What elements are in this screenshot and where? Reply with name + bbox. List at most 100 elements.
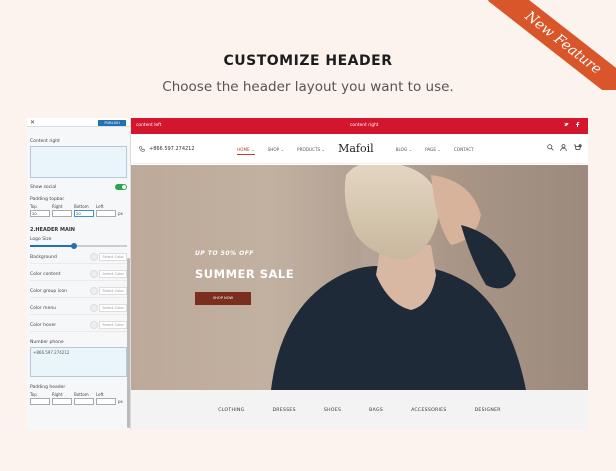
padding-left-input[interactable]: [96, 210, 116, 217]
shop-now-button[interactable]: SHOP NOW: [195, 292, 251, 305]
color-swatch[interactable]: [90, 253, 99, 261]
color-swatch[interactable]: [90, 304, 99, 312]
color-setting-row: Color menu Select Color: [30, 302, 127, 315]
color-setting-row: Color content Select Color: [30, 268, 127, 281]
color-picker: Select Color: [90, 287, 127, 295]
topbar-content-right: content right: [350, 123, 379, 128]
category-link[interactable]: BAGS: [369, 408, 383, 413]
nav-blog[interactable]: BLOG ⌄: [396, 147, 412, 155]
category-link[interactable]: CLOTHING: [218, 408, 244, 413]
content-right-label: Content right: [30, 139, 60, 144]
color-swatch[interactable]: [90, 321, 99, 329]
phone-number: +866.597.274212: [149, 146, 195, 152]
side-bottom-label: Bottom: [74, 204, 89, 209]
color-setting-row: Background Select Color: [30, 251, 127, 264]
color-swatch[interactable]: [90, 287, 99, 295]
padding-bottom-input[interactable]: 20: [74, 210, 94, 217]
search-icon[interactable]: [547, 144, 554, 151]
user-icon[interactable]: [560, 144, 567, 151]
number-phone-input[interactable]: +866.597.274212: [30, 347, 127, 377]
padding-header-label: Padding header: [30, 385, 66, 390]
header-main-title: 2.HEADER MAIN: [30, 227, 75, 233]
padding-unit: px: [118, 211, 123, 216]
padding-right-input[interactable]: [52, 210, 72, 217]
color-picker: Select Color: [90, 253, 127, 261]
category-link[interactable]: DRESSES: [272, 408, 295, 413]
select-color-button[interactable]: Select Color: [99, 270, 127, 278]
main-nav: HOME ⌄ SHOP ⌄ PRODUCTS ⌄ Mafoil BLOG ⌄ P…: [237, 142, 487, 155]
color-setting-row: Color group icon Select Color: [30, 285, 127, 298]
close-icon[interactable]: ✕: [30, 119, 35, 126]
color-setting-label: Color group icon: [30, 288, 68, 294]
select-color-button[interactable]: Select Color: [99, 253, 127, 261]
nav-page[interactable]: PAGE ⌄: [425, 147, 441, 155]
number-phone-label: Number phone: [30, 340, 64, 345]
padding-topbar-inputs: 20 20 px: [30, 210, 127, 217]
page-subtitle: Choose the header layout you want to use…: [162, 79, 454, 95]
category-link[interactable]: DESIGNER: [475, 408, 501, 413]
side-left-label: Left: [96, 204, 104, 209]
promo-title: SUMMER SALE: [195, 267, 295, 281]
side-left-label: Left: [96, 392, 104, 397]
color-picker: Select Color: [90, 270, 127, 278]
slider-handle[interactable]: [70, 243, 77, 249]
panel-scrollbar[interactable]: [127, 258, 130, 428]
header-icons: 0: [547, 144, 582, 152]
color-picker: Select Color: [90, 321, 127, 329]
page-title: CUSTOMIZE HEADER: [223, 53, 393, 69]
select-color-button[interactable]: Select Color: [99, 321, 127, 329]
color-swatch[interactable]: [90, 270, 99, 278]
color-setting-label: Background: [30, 254, 57, 260]
topbar: content left content right: [131, 118, 588, 134]
twitter-icon[interactable]: [564, 122, 569, 127]
panel-toolbar: ✕ PUBLISH: [27, 118, 130, 127]
header-padding-right-input[interactable]: [52, 398, 72, 405]
padding-topbar-sides: Top Right Bottom Left: [30, 204, 127, 209]
padding-header-sides: Top Right Bottom Left: [30, 392, 127, 397]
logo-size-slider[interactable]: [30, 243, 127, 249]
new-feature-ribbon: New Feature: [476, 0, 616, 90]
padding-top-input[interactable]: 20: [30, 210, 50, 217]
topbar-content-left: content left: [136, 123, 162, 128]
site-logo[interactable]: Mafoil: [338, 142, 374, 155]
select-color-button[interactable]: Select Color: [99, 304, 127, 312]
side-bottom-label: Bottom: [74, 392, 89, 397]
side-right-label: Right: [52, 392, 63, 397]
site-preview: content left content right +866.597.2742…: [131, 118, 588, 430]
hero-banner: UP TO 50% OFF SUMMER SALE SHOP NOW: [131, 165, 588, 390]
color-setting-label: Color hover: [30, 322, 57, 328]
show-social-label: Show social: [30, 184, 57, 190]
site-header: +866.597.274212 HOME ⌄ SHOP ⌄ PRODUCTS ⌄…: [131, 134, 588, 164]
color-setting-row: Color hover Select Color: [30, 319, 127, 332]
nav-products[interactable]: PRODUCTS ⌄: [297, 147, 325, 155]
phone-icon: [139, 146, 145, 152]
category-link[interactable]: SHOES: [324, 408, 341, 413]
color-setting-label: Color menu: [30, 305, 57, 311]
facebook-icon[interactable]: [575, 122, 580, 127]
nav-shop[interactable]: SHOP ⌄: [268, 147, 284, 155]
color-setting-label: Color content: [30, 271, 61, 277]
side-top-label: Top: [30, 204, 37, 209]
show-social-toggle[interactable]: [115, 184, 127, 190]
show-social-row: Show social: [30, 184, 127, 190]
side-right-label: Right: [52, 204, 63, 209]
logo-size-label: Logo Size: [30, 237, 52, 242]
color-settings: Background Select Color Color content Selec…: [27, 251, 130, 332]
nav-home[interactable]: HOME ⌄: [237, 147, 255, 155]
header-padding-top-input[interactable]: [30, 398, 50, 405]
publish-button[interactable]: PUBLISH: [98, 120, 126, 126]
nav-contact[interactable]: CONTACT: [454, 147, 474, 155]
promo-block: UP TO 50% OFF SUMMER SALE SHOP NOW: [195, 250, 294, 305]
header-padding-left-input[interactable]: [96, 398, 116, 405]
padding-topbar-label: Padding topbar: [30, 197, 65, 202]
select-color-button[interactable]: Select Color: [99, 287, 127, 295]
padding-header-inputs: px: [30, 398, 127, 405]
ribbon-label: New Feature: [488, 0, 616, 90]
content-right-input[interactable]: [30, 146, 127, 178]
header-padding-bottom-input[interactable]: [74, 398, 94, 405]
category-link[interactable]: ACCESSORIES: [411, 408, 447, 413]
header-phone: +866.597.274212: [139, 146, 195, 152]
cart-icon[interactable]: 0: [573, 144, 582, 152]
color-picker: Select Color: [90, 304, 127, 312]
customizer-panel: ✕ PUBLISH Content right Show social Padd…: [27, 118, 131, 430]
